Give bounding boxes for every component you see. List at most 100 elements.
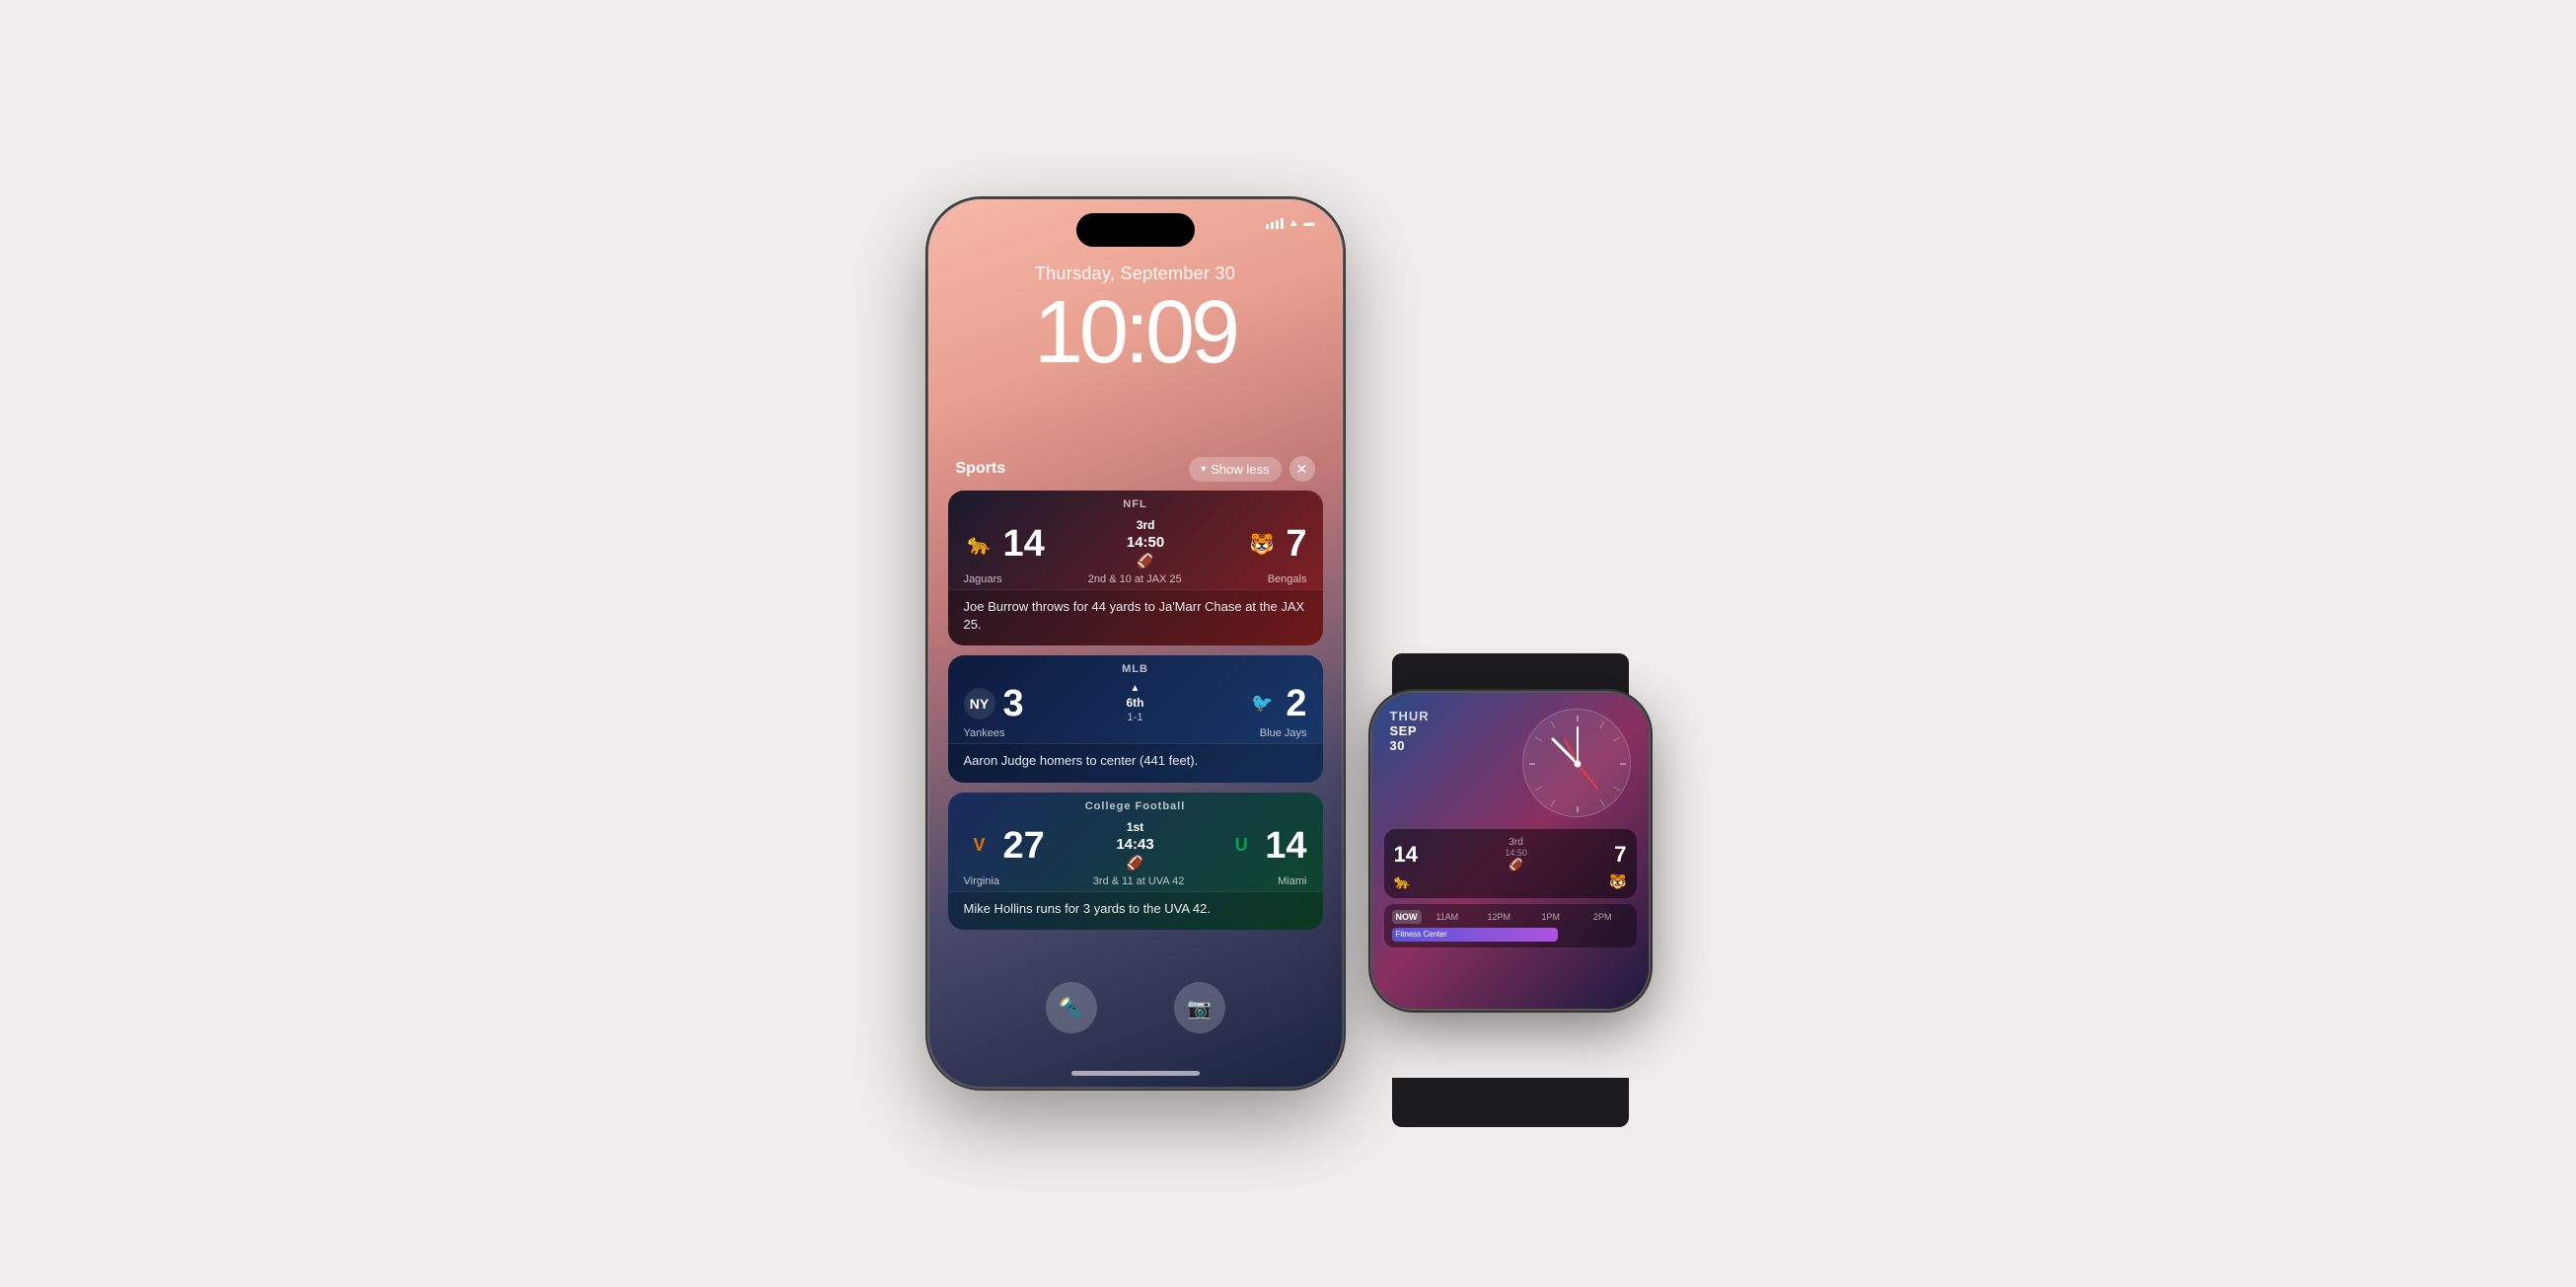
battery-icon: ▬	[1304, 217, 1315, 229]
lock-screen-buttons: 🔦 📷	[928, 982, 1343, 1033]
watch-top-section: THUR SEP 30	[1372, 693, 1649, 825]
cfb-team2-logo: U	[1225, 830, 1257, 862]
clock-face	[1522, 709, 1631, 817]
flashlight-button[interactable]: 🔦	[1046, 982, 1097, 1033]
cal-time-12pm: 12PM	[1473, 912, 1525, 922]
cal-time-11am: 11AM	[1422, 912, 1474, 922]
watch-nfl-score2: 7	[1614, 842, 1626, 868]
nfl-team1-name: Jaguars	[964, 573, 1002, 585]
signal-bar-1	[1266, 224, 1269, 229]
mlb-score-card[interactable]: MLB NY 3 ▲ 6th 1-1 2 🐦	[948, 655, 1323, 782]
cfb-score-card[interactable]: College Football V 27 1st 14:43 🏈 14 U	[948, 793, 1323, 930]
watch-month: SEP	[1390, 723, 1430, 738]
sports-label: Sports	[956, 460, 1006, 478]
iphone-device: ▲ ▬ Thursday, September 30 10:09 Sports …	[928, 199, 1343, 1088]
calendar-widget[interactable]: NOW 11AM 12PM 1PM 2PM Fitness Center	[1384, 904, 1637, 947]
dynamic-island	[1076, 213, 1195, 247]
camera-icon: 📷	[1187, 996, 1212, 1021]
nfl-team2: 7 🐯	[1246, 525, 1306, 563]
cfb-time: 14:43	[1116, 836, 1153, 853]
cfb-down-distance: 3rd & 11 at UVA 42	[1093, 875, 1185, 887]
nfl-game-clock: 3rd 14:50 🏈	[1127, 518, 1164, 569]
cfb-team1-logo: V	[964, 830, 995, 862]
mlb-inning: 6th	[1127, 696, 1144, 710]
cfb-team2-score: 14	[1265, 827, 1306, 865]
watch-day: THUR	[1390, 709, 1430, 723]
signal-bar-4	[1281, 218, 1284, 229]
watch-screen: THUR SEP 30	[1372, 693, 1649, 1009]
lock-screen-content: Thursday, September 30 10:09	[928, 264, 1343, 377]
nfl-team1: 🐆 14	[964, 525, 1045, 563]
signal-bar-2	[1271, 222, 1274, 229]
cfb-team1: V 27	[964, 827, 1045, 865]
main-scene: ▲ ▬ Thursday, September 30 10:09 Sports …	[928, 199, 1649, 1088]
cfb-team-names: Virginia 3rd & 11 at UVA 42 Miami	[948, 875, 1323, 891]
cfb-football-icon: 🏈	[1127, 855, 1143, 871]
watch-football-icon: 🏈	[1509, 858, 1523, 871]
status-icons: ▲ ▬	[1266, 217, 1315, 229]
nfl-time: 14:50	[1127, 534, 1164, 551]
cfb-game-clock: 1st 14:43 🏈	[1116, 820, 1153, 871]
mlb-team2-name: Blue Jays	[1260, 727, 1307, 739]
watch-nfl-quarter: 3rd	[1509, 837, 1522, 848]
cfb-score-row: V 27 1st 14:43 🏈 14 U	[948, 816, 1323, 875]
nfl-team1-logo: 🐆	[964, 528, 995, 560]
cfb-team1-score: 27	[1003, 827, 1045, 865]
mlb-score-row: NY 3 ▲ 6th 1-1 2 🐦	[948, 679, 1323, 727]
home-indicator	[1071, 1071, 1200, 1076]
close-button[interactable]: ✕	[1289, 456, 1315, 482]
nfl-play-description: Joe Burrow throws for 44 yards to Ja'Mar…	[948, 589, 1323, 645]
cfb-quarter: 1st	[1127, 820, 1143, 834]
watch-nfl-clock: 14:50	[1505, 848, 1527, 858]
mlb-team2: 2 🐦	[1246, 685, 1306, 722]
nfl-score-row: 🐆 14 3rd 14:50 🏈 7 🐯	[948, 514, 1323, 573]
cal-time-2pm: 2PM	[1577, 912, 1629, 922]
nfl-team2-logo: 🐯	[1246, 528, 1278, 560]
score-cards-container: NFL 🐆 14 3rd 14:50 🏈 7 🐯	[948, 491, 1323, 930]
calendar-event-bar: Fitness Center	[1392, 928, 1558, 942]
watch-nfl-score1: 14	[1394, 842, 1418, 868]
cfb-team2: 14 U	[1225, 827, 1306, 865]
mlb-play-description: Aaron Judge homers to center (441 feet).	[948, 743, 1323, 782]
nfl-team1-score: 14	[1003, 525, 1045, 563]
mlb-count: 1-1	[1128, 712, 1143, 723]
watch-analog-clock	[1522, 709, 1631, 817]
clock-ticks-svg	[1523, 710, 1632, 818]
watch-bottom-widgets: 14 3rd 14:50 🏈 7 🐆 🐯	[1372, 829, 1649, 898]
cfb-league-label: College Football	[948, 793, 1323, 816]
mlb-team2-logo: 🐦	[1246, 688, 1278, 719]
calendar-event-label: Fitness Center	[1392, 928, 1558, 942]
mlb-team1: NY 3	[964, 685, 1024, 722]
watch-nfl-logos: 🐆 🐯	[1394, 873, 1627, 890]
cal-now-label: NOW	[1392, 910, 1422, 924]
watch-calendar-strip: NOW 11AM 12PM 1PM 2PM Fitness Center	[1372, 904, 1649, 947]
calendar-times-row: NOW 11AM 12PM 1PM 2PM	[1392, 910, 1629, 924]
watch-nfl-widget[interactable]: 14 3rd 14:50 🏈 7 🐆 🐯	[1384, 829, 1637, 898]
mlb-team1-name: Yankees	[964, 727, 1005, 739]
cfb-team2-name: Miami	[1278, 875, 1306, 887]
cfb-play-description: Mike Hollins runs for 3 yards to the UVA…	[948, 891, 1323, 930]
nfl-team2-name: Bengals	[1268, 573, 1307, 585]
nfl-team-names: Jaguars 2nd & 10 at JAX 25 Bengals	[948, 573, 1323, 589]
watch-container: THUR SEP 30	[1372, 693, 1649, 1088]
nfl-down-distance: 2nd & 10 at JAX 25	[1088, 573, 1182, 585]
lock-time: 10:09	[928, 288, 1343, 377]
nfl-score-card[interactable]: NFL 🐆 14 3rd 14:50 🏈 7 🐯	[948, 491, 1323, 645]
cal-time-1pm: 1PM	[1525, 912, 1578, 922]
camera-button[interactable]: 📷	[1174, 982, 1225, 1033]
show-less-label: Show less	[1211, 462, 1269, 477]
mlb-team1-score: 3	[1003, 685, 1024, 722]
nfl-league-label: NFL	[948, 491, 1323, 514]
watch-date-num: 30	[1390, 738, 1430, 753]
mlb-inning-info: ▲ 6th 1-1	[1127, 683, 1144, 723]
show-less-button[interactable]: ▾ Show less	[1189, 457, 1281, 482]
wifi-icon: ▲	[1288, 217, 1299, 229]
sports-widget-header: Sports ▾ Show less ✕	[956, 456, 1315, 482]
mlb-league-label: MLB	[948, 655, 1323, 679]
mlb-team1-logo: NY	[964, 688, 995, 719]
inning-arrow: ▲	[1131, 683, 1141, 694]
chevron-down-icon: ▾	[1201, 464, 1206, 475]
watch-bengals-icon: 🐯	[1609, 873, 1626, 890]
lock-date: Thursday, September 30	[928, 264, 1343, 284]
football-icon: 🏈	[1137, 553, 1153, 569]
